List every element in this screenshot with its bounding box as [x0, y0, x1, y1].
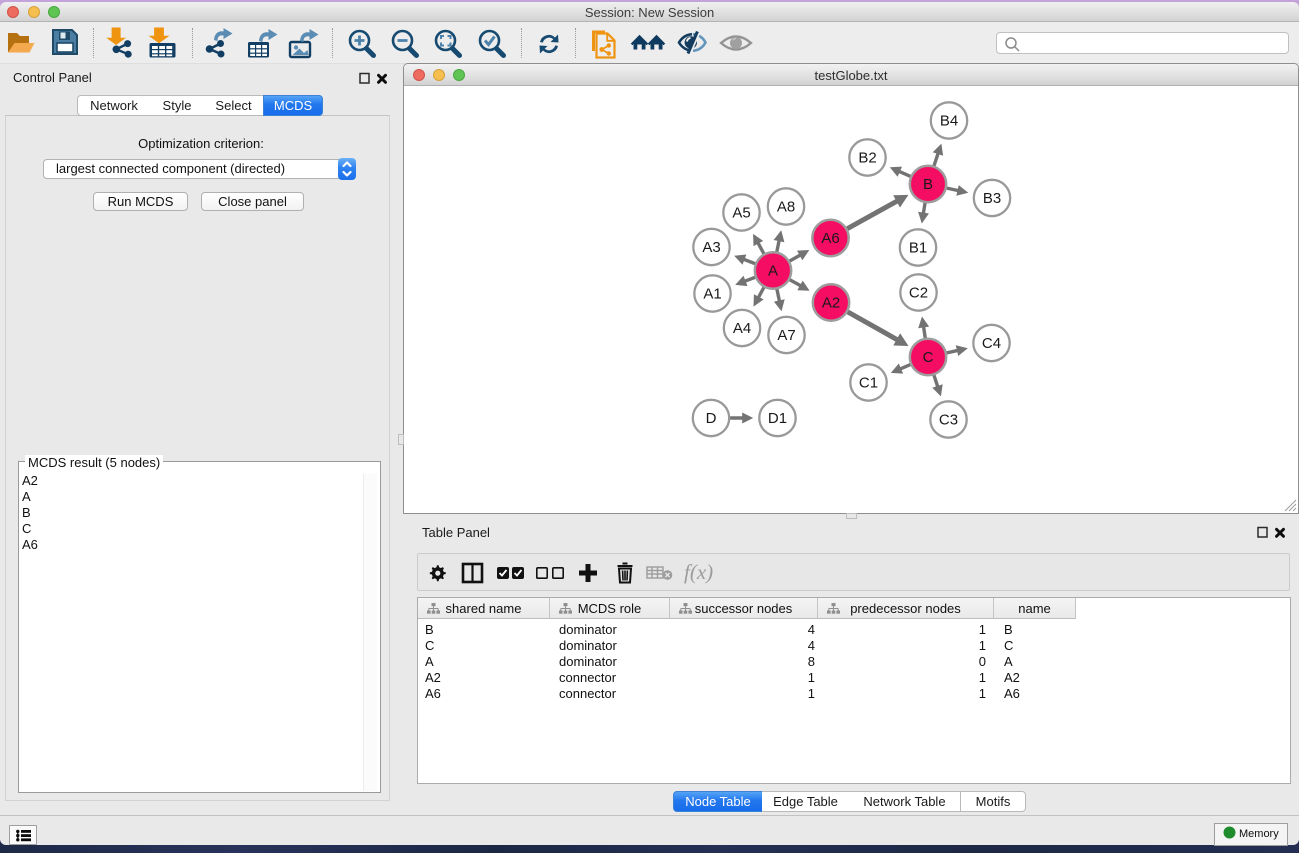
- svg-text:A3: A3: [702, 239, 720, 256]
- svg-text:B3: B3: [983, 190, 1001, 207]
- svg-text:B2: B2: [858, 150, 876, 167]
- svg-text:C3: C3: [939, 412, 958, 429]
- svg-text:C4: C4: [982, 335, 1001, 352]
- svg-text:A2: A2: [822, 295, 840, 312]
- svg-text:A6: A6: [821, 230, 839, 247]
- svg-text:B1: B1: [909, 240, 927, 257]
- svg-text:A5: A5: [732, 205, 750, 222]
- svg-text:D1: D1: [768, 410, 787, 427]
- svg-text:A: A: [768, 263, 778, 280]
- svg-text:A8: A8: [777, 199, 795, 216]
- svg-text:B4: B4: [940, 113, 958, 130]
- svg-text:B: B: [923, 176, 933, 193]
- svg-text:A1: A1: [703, 286, 721, 303]
- svg-text:C2: C2: [909, 285, 928, 302]
- svg-text:A7: A7: [777, 327, 795, 344]
- svg-text:C: C: [923, 349, 934, 366]
- svg-text:A4: A4: [733, 320, 751, 337]
- svg-text:D: D: [706, 410, 717, 427]
- svg-text:C1: C1: [859, 375, 878, 392]
